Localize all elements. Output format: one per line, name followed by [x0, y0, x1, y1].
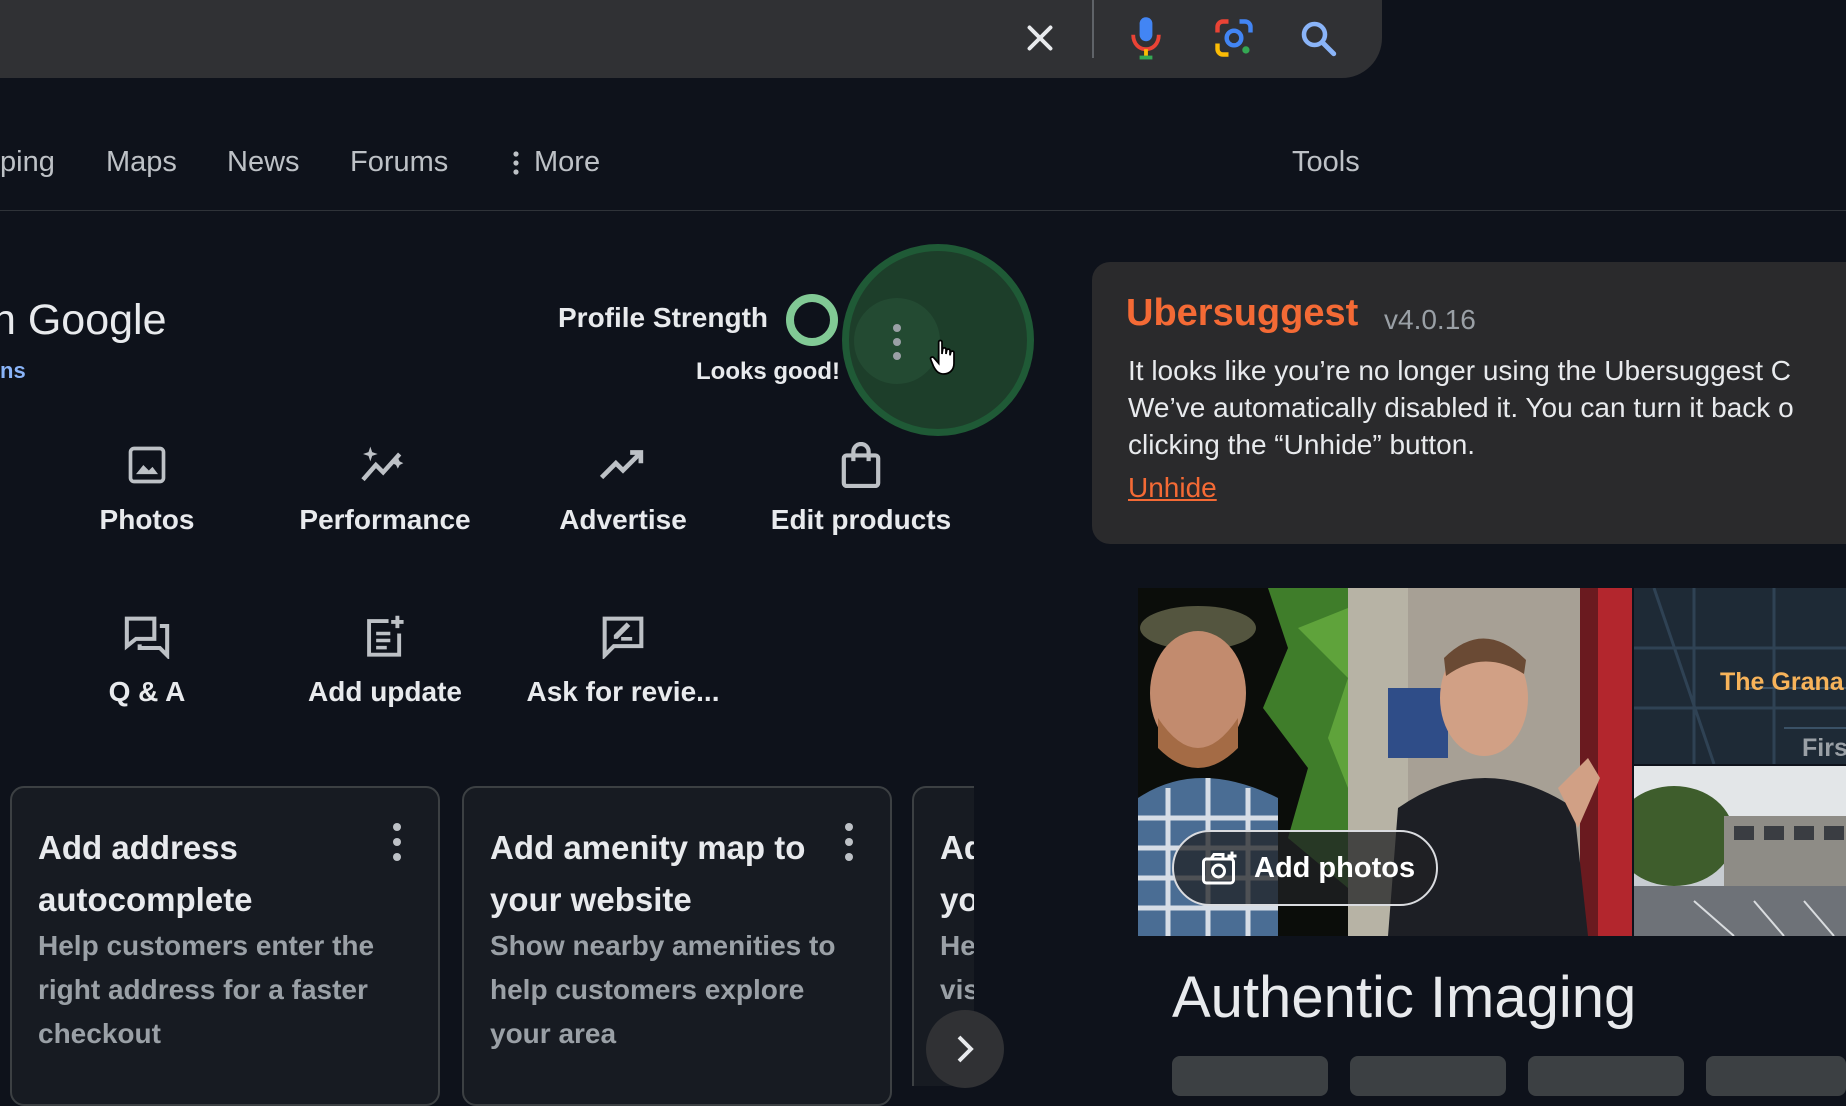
ubersuggest-title: Ubersuggest: [1126, 292, 1359, 334]
action-label: Ask for revie...: [526, 676, 720, 707]
map-label: Firs: [1802, 734, 1846, 762]
action-edit-products[interactable]: Edit products: [746, 438, 976, 536]
action-label: Photos: [99, 504, 195, 535]
photo-icon: [32, 438, 262, 492]
post-add-icon: [270, 610, 500, 664]
search-icon[interactable]: [1290, 10, 1346, 66]
card-address-autocomplete[interactable]: Add address autocomplete Help customers …: [10, 786, 440, 1106]
action-label: Performance: [299, 504, 471, 535]
card-description: Show nearby amenities to help customers …: [490, 930, 836, 1049]
action-ask-for-review[interactable]: Ask for revie...: [508, 610, 738, 708]
chip-button[interactable]: [1706, 1056, 1846, 1096]
card-title: Add address autocomplete: [38, 829, 253, 918]
tab-more[interactable]: More: [512, 146, 600, 179]
performance-icon: [270, 438, 500, 492]
more-vert-icon: [893, 324, 901, 360]
search-divider: [1092, 0, 1094, 58]
tab-forums[interactable]: Forums: [350, 146, 448, 179]
nav-divider: [0, 210, 1846, 211]
card-title: Ad yo: [940, 829, 974, 918]
close-icon[interactable]: [1012, 10, 1068, 66]
forum-icon: [32, 610, 262, 664]
card-description: Help customers enter the right address f…: [38, 930, 375, 1049]
business-profile-title: n Google: [0, 296, 167, 344]
add-photo-icon: [1202, 851, 1237, 885]
search-bar[interactable]: [0, 0, 1382, 78]
add-photos-label: Add photos: [1254, 851, 1416, 884]
profile-strength-status: Looks good!: [696, 358, 840, 385]
business-name: Authentic Imaging: [1172, 965, 1637, 1030]
photo-map[interactable]: The Grana Firs: [1634, 588, 1846, 764]
ubersuggest-message: It looks like you’re no longer using the…: [1128, 355, 1794, 460]
action-label: Add update: [308, 676, 462, 707]
tab-shopping[interactable]: ping: [0, 146, 55, 179]
card-description: He vis: [940, 930, 974, 1005]
action-label: Advertise: [559, 504, 687, 535]
action-photos[interactable]: Photos: [32, 438, 262, 536]
profile-strength-label: Profile Strength: [558, 302, 769, 333]
tab-maps[interactable]: Maps: [106, 146, 177, 179]
hand-cursor-icon: [928, 338, 960, 383]
ubersuggest-version: v4.0.16: [1384, 304, 1476, 335]
business-profile-link[interactable]: ns: [0, 358, 26, 384]
action-q-and-a[interactable]: Q & A: [32, 610, 262, 708]
action-add-update[interactable]: Add update: [270, 610, 500, 708]
shopping-bag-icon: [746, 438, 976, 492]
profile-strength-ring-icon: [784, 292, 840, 353]
action-label: Edit products: [770, 504, 952, 535]
trending-up-icon: [508, 438, 738, 492]
microphone-icon[interactable]: [1118, 10, 1174, 66]
chevron-right-icon: [957, 1035, 974, 1063]
more-vert-icon[interactable]: [844, 822, 854, 862]
map-label: The Grana: [1720, 668, 1844, 696]
action-advertise[interactable]: Advertise: [508, 438, 738, 536]
more-vert-icon: [513, 150, 519, 175]
more-vert-icon[interactable]: [392, 822, 402, 862]
ubersuggest-panel: Ubersuggest v4.0.16 It looks like you’re…: [1092, 262, 1846, 544]
chip-button[interactable]: [1172, 1056, 1328, 1096]
chip-button[interactable]: [1528, 1056, 1684, 1096]
tab-news[interactable]: News: [227, 146, 300, 179]
more-label: More: [534, 146, 601, 178]
chip-button[interactable]: [1350, 1056, 1506, 1096]
action-label: Q & A: [108, 676, 186, 707]
add-photos-button[interactable]: Add photos: [1172, 830, 1438, 906]
action-performance[interactable]: Performance: [270, 438, 500, 536]
card-amenity-map[interactable]: Add amenity map to your website Show nea…: [462, 786, 892, 1106]
rate-review-icon: [508, 610, 738, 664]
card-title: Add amenity map to your website: [490, 829, 806, 918]
tools-button[interactable]: Tools: [1292, 146, 1360, 179]
carousel-next-button[interactable]: [926, 1010, 1004, 1088]
google-lens-icon[interactable]: [1206, 10, 1262, 66]
photo-building[interactable]: [1634, 766, 1846, 936]
unhide-link[interactable]: Unhide: [1128, 472, 1217, 504]
